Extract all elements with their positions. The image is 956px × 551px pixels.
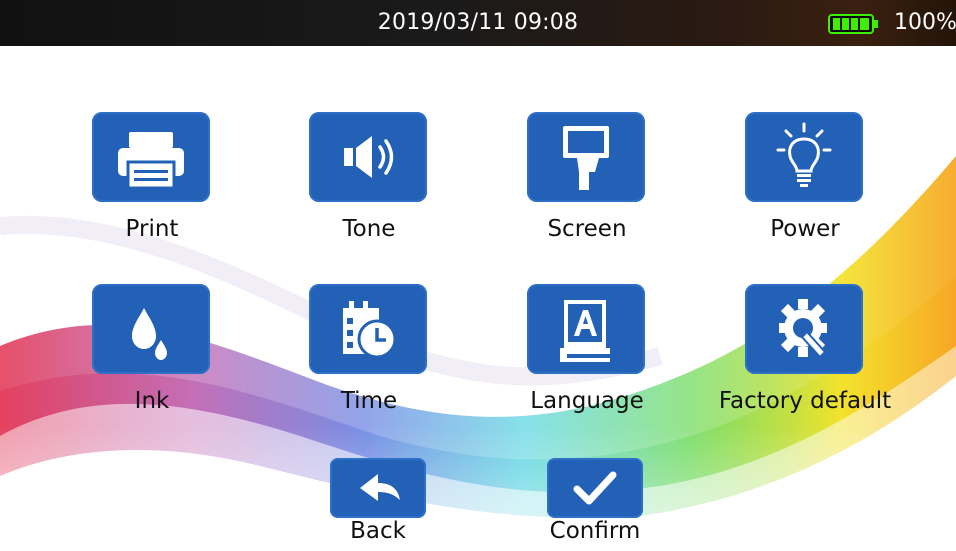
menu-item-label: Time [340,388,398,414]
battery-percent: 100% [894,10,956,35]
checkmark-icon [547,458,643,518]
menu-item-label: Ink [134,388,170,414]
clock-calendar-icon [309,284,427,374]
status-bar: 2019/03/11 09:08 100% [0,0,956,46]
menu-item-label: Language [530,388,644,414]
menu-item-label: Tone [342,216,396,242]
back-arrow-icon [330,458,426,518]
menu-item-label: Print [125,216,179,242]
ink-drops-icon [92,284,210,374]
printer-icon [92,112,210,202]
handheld-screen-icon [527,112,645,202]
lightbulb-icon [745,112,863,202]
datetime: 2019/03/11 09:08 [377,10,579,35]
confirm-label: Confirm [549,518,641,544]
language-book-icon [527,284,645,374]
menu-item-label: Screen [547,216,627,242]
gear-wrench-icon [745,284,863,374]
menu-item-label: Power [770,216,840,242]
speaker-icon [309,112,427,202]
battery-icon [828,14,878,34]
menu-item-label: Factory default [718,388,892,414]
back-label: Back [350,518,406,544]
